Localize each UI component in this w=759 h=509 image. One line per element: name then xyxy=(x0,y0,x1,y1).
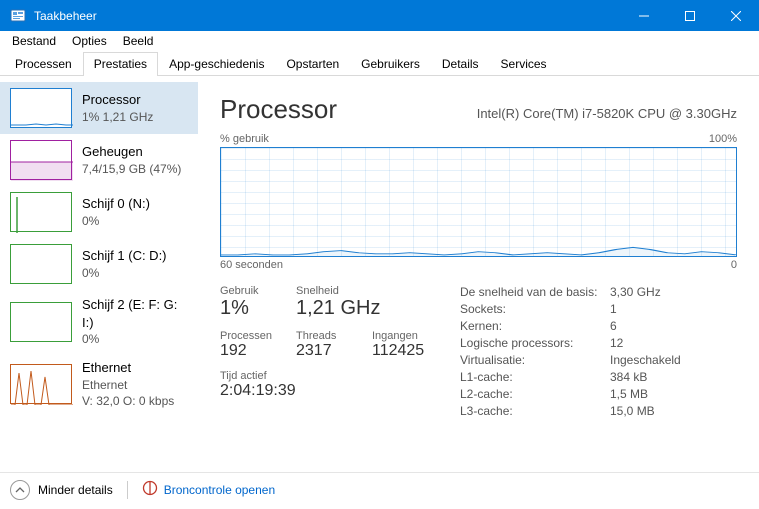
resmon-label: Broncontrole openen xyxy=(164,483,275,497)
sidebar: Processor1% 1,21 GHzGeheugen7,4/15,9 GB … xyxy=(0,76,198,472)
label-handles: Ingangen xyxy=(372,330,430,342)
stat-value: 384 kB xyxy=(610,370,737,384)
stat-label: De snelheid van de basis: xyxy=(460,285,610,299)
sidebar-thumb xyxy=(10,364,72,404)
sidebar-item-3[interactable]: Schijf 1 (C: D:)0% xyxy=(0,238,198,290)
sidebar-item-2[interactable]: Schijf 0 (N:)0% xyxy=(0,186,198,238)
stat-value: 12 xyxy=(610,336,737,350)
sidebar-item-label: Schijf 2 (E: F: G: I:) xyxy=(82,296,190,331)
divider xyxy=(127,481,128,499)
stat-value: 6 xyxy=(610,319,737,333)
stat-label: Kernen: xyxy=(460,319,610,333)
sidebar-item-label: Schijf 0 (N:) xyxy=(82,195,150,213)
sidebar-item-label: Schijf 1 (C: D:) xyxy=(82,247,167,265)
sidebar-item-value: 1% 1,21 GHz xyxy=(82,109,153,125)
sidebar-thumb xyxy=(10,302,72,342)
stat-value: 1 xyxy=(610,302,737,316)
stat-value: 15,0 MB xyxy=(610,404,737,418)
chart-label-top-left: % gebruik xyxy=(220,133,269,145)
menu-view[interactable]: Beeld xyxy=(115,32,162,50)
sidebar-thumb xyxy=(10,88,72,128)
chart-label-bottom-left: 60 seconden xyxy=(220,259,283,271)
tab-processes[interactable]: Processen xyxy=(4,52,83,76)
sidebar-item-label: Geheugen xyxy=(82,143,181,161)
fewer-details-label: Minder details xyxy=(38,483,113,497)
menu-options[interactable]: Opties xyxy=(64,32,115,50)
window-title: Taakbeheer xyxy=(34,9,621,23)
page-title: Processor xyxy=(220,94,337,125)
chart-label-bottom-right: 0 xyxy=(731,259,737,271)
sidebar-thumb xyxy=(10,140,72,180)
value-usage: 1% xyxy=(220,297,278,320)
sidebar-item-label: Processor xyxy=(82,91,153,109)
resmon-icon xyxy=(142,480,158,499)
stat-label: L2-cache: xyxy=(460,387,610,401)
sidebar-item-label: Ethernet xyxy=(82,359,174,377)
stat-value: 3,30 GHz xyxy=(610,285,737,299)
sidebar-thumb xyxy=(10,244,72,284)
stat-label: Virtualisatie: xyxy=(460,353,610,367)
chart-area: % gebruik 100% 60 seconden 0 xyxy=(220,133,737,271)
value-speed: 1,21 GHz xyxy=(296,297,380,320)
stat-value: Ingeschakeld xyxy=(610,353,737,367)
value-uptime: 2:04:19:39 xyxy=(220,382,296,400)
tab-users[interactable]: Gebruikers xyxy=(350,52,431,76)
chart-label-top-right: 100% xyxy=(709,133,737,145)
chevron-up-icon xyxy=(10,480,30,500)
label-usage: Gebruik xyxy=(220,285,278,297)
sidebar-item-5[interactable]: EthernetEthernetV: 32,0 O: 0 kbps xyxy=(0,353,198,415)
tabbar: Processen Prestaties App-geschiedenis Op… xyxy=(0,51,759,76)
open-resource-monitor-link[interactable]: Broncontrole openen xyxy=(142,480,275,499)
sidebar-item-value: 0% xyxy=(82,331,190,347)
app-icon xyxy=(10,8,26,24)
value-threads: 2317 xyxy=(296,342,354,360)
tab-app-history[interactable]: App-geschiedenis xyxy=(158,52,275,76)
value-handles: 112425 xyxy=(372,342,430,360)
sidebar-item-0[interactable]: Processor1% 1,21 GHz xyxy=(0,82,198,134)
sidebar-item-1[interactable]: Geheugen7,4/15,9 GB (47%) xyxy=(0,134,198,186)
menu-file[interactable]: Bestand xyxy=(4,32,64,50)
sidebar-item-value: 0% xyxy=(82,265,167,281)
tab-details[interactable]: Details xyxy=(431,52,490,76)
minimize-button[interactable] xyxy=(621,0,667,31)
tab-services[interactable]: Services xyxy=(490,52,558,76)
sidebar-item-value: V: 32,0 O: 0 kbps xyxy=(82,393,174,409)
stat-label: L1-cache: xyxy=(460,370,610,384)
sidebar-item-value: 0% xyxy=(82,213,150,229)
cpu-model: Intel(R) Core(TM) i7-5820K CPU @ 3.30GHz xyxy=(477,106,737,121)
label-speed: Snelheid xyxy=(296,285,354,297)
stat-label: L3-cache: xyxy=(460,404,610,418)
label-uptime: Tijd actief xyxy=(220,370,278,382)
close-button[interactable] xyxy=(713,0,759,31)
maximize-button[interactable] xyxy=(667,0,713,31)
stat-label: Sockets: xyxy=(460,302,610,316)
stat-value: 1,5 MB xyxy=(610,387,737,401)
sidebar-item-4[interactable]: Schijf 2 (E: F: G: I:)0% xyxy=(0,290,198,353)
stat-label: Logische processors: xyxy=(460,336,610,350)
footer: Minder details Broncontrole openen xyxy=(0,472,759,506)
tab-startup[interactable]: Opstarten xyxy=(275,52,350,76)
label-processes: Processen xyxy=(220,330,278,342)
sidebar-thumb xyxy=(10,192,72,232)
fewer-details-button[interactable]: Minder details xyxy=(10,480,113,500)
main-panel: Processor Intel(R) Core(TM) i7-5820K CPU… xyxy=(198,76,759,472)
cpu-chart[interactable] xyxy=(220,147,737,257)
label-threads: Threads xyxy=(296,330,354,342)
titlebar: Taakbeheer xyxy=(0,0,759,31)
tab-performance[interactable]: Prestaties xyxy=(83,52,158,76)
value-processes: 192 xyxy=(220,342,278,360)
sidebar-item-value: 7,4/15,9 GB (47%) xyxy=(82,161,181,177)
menubar: Bestand Opties Beeld xyxy=(0,31,759,51)
